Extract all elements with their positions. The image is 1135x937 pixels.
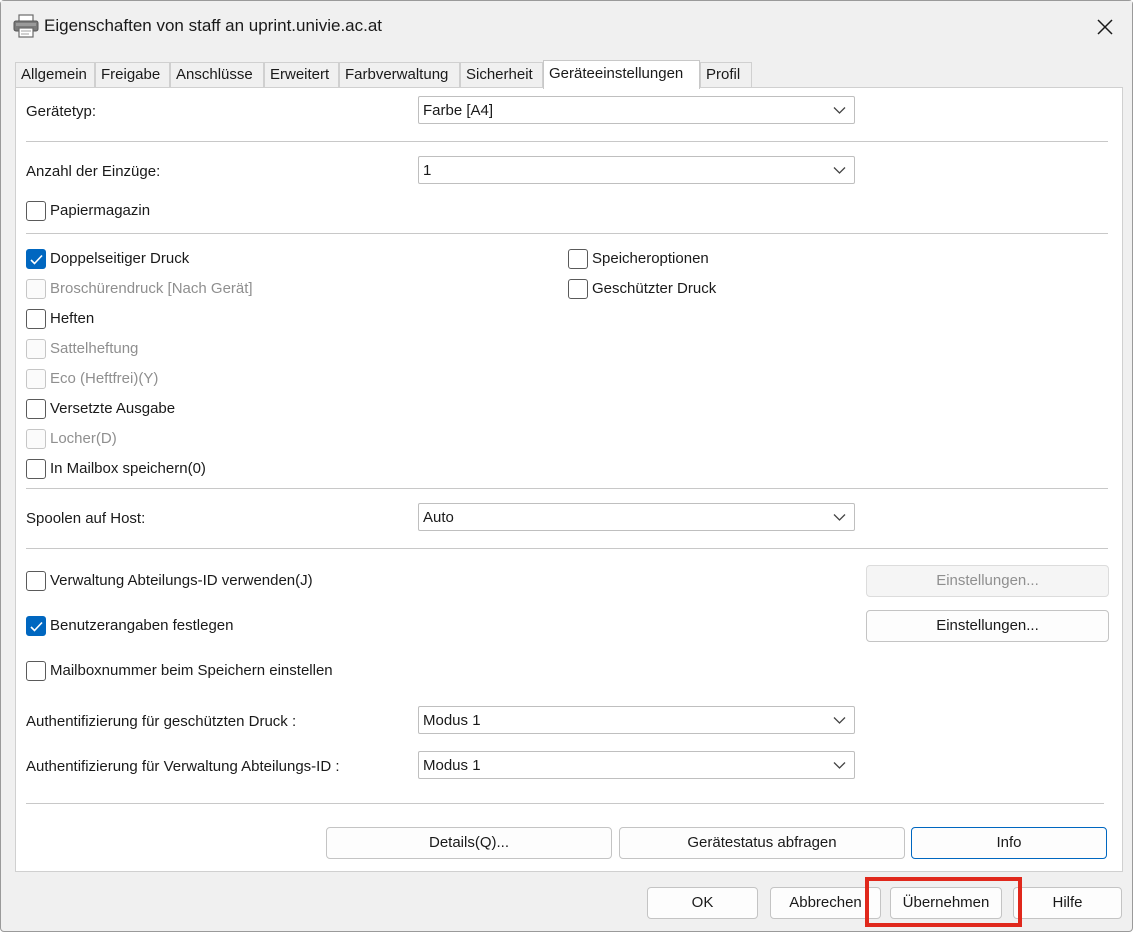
duplex-print-checkbox[interactable]: Doppelseitiger Druck (26, 248, 266, 270)
separator (26, 141, 1108, 142)
device-settings-panel: Gerätetyp: Farbe [A4] Anzahl der Einzüge… (15, 87, 1123, 872)
checkbox-box (568, 279, 588, 299)
spool-on-host-select[interactable]: Auto (418, 503, 855, 531)
user-info-checkbox[interactable]: Benutzerangaben festlegen (26, 615, 286, 637)
punch-label: Locher(D) (50, 430, 117, 447)
checkbox-box (26, 201, 46, 221)
saddle-stitch-label: Sattelheftung (50, 340, 139, 357)
tab-freigabe[interactable]: Freigabe (95, 62, 170, 88)
storage-options-checkbox[interactable]: Speicheroptionen (568, 248, 768, 270)
duplex-print-label: Doppelseitiger Druck (50, 250, 190, 267)
staple-label: Heften (50, 310, 95, 327)
tab-anschluesse[interactable]: Anschlüsse (170, 62, 264, 88)
department-id-settings-button[interactable]: Einstellungen... (866, 565, 1109, 597)
device-type-select[interactable]: Farbe [A4] (418, 96, 855, 124)
checkbox-box (26, 616, 46, 636)
tab-allgemein[interactable]: Allgemein (15, 62, 95, 88)
separator (26, 233, 1108, 234)
offset-output-checkbox[interactable]: Versetzte Ausgabe (26, 398, 246, 420)
checkbox-box (26, 661, 46, 681)
secure-print-label: Geschützter Druck (592, 280, 717, 297)
query-device-status-button[interactable]: Gerätestatus abfragen (619, 827, 905, 859)
checkbox-box (26, 309, 46, 329)
separator (26, 803, 1104, 804)
ok-button[interactable]: OK (647, 887, 758, 919)
tab-farbverwaltung[interactable]: Farbverwaltung (339, 62, 460, 88)
eco-staple-free-checkbox[interactable]: Eco (Heftfrei)(Y) (26, 368, 226, 390)
spool-on-host-value: Auto (423, 509, 454, 526)
printer-properties-dialog: Eigenschaften von staff an uprint.univie… (0, 0, 1133, 932)
booklet-print-label: Broschürendruck [Nach Gerät] (50, 280, 253, 297)
window-title: Eigenschaften von staff an uprint.univie… (44, 16, 383, 35)
tab-geraeteeinstellungen[interactable]: Geräteeinstellungen (543, 60, 700, 89)
offset-output-label: Versetzte Ausgabe (50, 400, 176, 417)
device-type-value: Farbe [A4] (423, 102, 494, 119)
checkbox-box (26, 399, 46, 419)
feed-count-value: 1 (423, 162, 432, 179)
checkmark-icon (30, 254, 43, 265)
tab-sicherheit[interactable]: Sicherheit (460, 62, 543, 88)
help-button[interactable]: Hilfe (1013, 887, 1122, 919)
checkmark-icon (30, 621, 43, 632)
auth-secure-print-select[interactable]: Modus 1 (418, 706, 855, 734)
checkbox-box (26, 429, 46, 449)
department-id-checkbox[interactable]: Verwaltung Abteilungs-ID verwenden(J) (26, 570, 366, 592)
feed-count-label: Anzahl der Einzüge: (26, 163, 161, 180)
user-info-settings-button[interactable]: Einstellungen... (866, 610, 1109, 642)
chevron-down-icon (833, 514, 846, 521)
spool-on-host-label: Spoolen auf Host: (26, 510, 146, 527)
eco-staple-free-label: Eco (Heftfrei)(Y) (50, 370, 159, 387)
checkbox-box (568, 249, 588, 269)
tab-erweitert[interactable]: Erweitert (264, 62, 339, 88)
separator (26, 548, 1108, 549)
checkbox-box (26, 459, 46, 479)
feed-count-select[interactable]: 1 (418, 156, 855, 184)
separator (26, 488, 1108, 489)
mailbox-number-label: Mailboxnummer beim Speichern einstellen (50, 662, 333, 679)
checkbox-box (26, 571, 46, 591)
booklet-print-checkbox[interactable]: Broschürendruck [Nach Gerät] (26, 278, 306, 300)
printer-icon (13, 14, 39, 38)
store-in-mailbox-label: In Mailbox speichern(0) (50, 460, 206, 477)
info-button[interactable]: Info (911, 827, 1107, 859)
close-icon (1097, 19, 1113, 35)
auth-secure-print-value: Modus 1 (423, 712, 481, 729)
paper-magazine-label: Papiermagazin (50, 202, 151, 219)
chevron-down-icon (833, 762, 846, 769)
title-bar: Eigenschaften von staff an uprint.univie… (1, 1, 1132, 53)
mailbox-number-checkbox[interactable]: Mailboxnummer beim Speichern einstellen (26, 660, 386, 682)
device-type-label: Gerätetyp: (26, 103, 97, 120)
chevron-down-icon (833, 167, 846, 174)
apply-highlight-annotation (865, 877, 1022, 927)
checkbox-box (26, 339, 46, 359)
checkbox-box (26, 249, 46, 269)
auth-department-value: Modus 1 (423, 757, 481, 774)
checkbox-box (26, 279, 46, 299)
tab-profil[interactable]: Profil (700, 62, 752, 88)
store-in-mailbox-checkbox[interactable]: In Mailbox speichern(0) (26, 458, 266, 480)
department-id-label: Verwaltung Abteilungs-ID verwenden(J) (50, 572, 313, 589)
staple-checkbox[interactable]: Heften (26, 308, 186, 330)
paper-magazine-checkbox[interactable]: Papiermagazin (26, 200, 226, 222)
user-info-label: Benutzerangaben festlegen (50, 617, 234, 634)
punch-checkbox[interactable]: Locher(D) (26, 428, 186, 450)
storage-options-label: Speicheroptionen (592, 250, 709, 267)
auth-department-label: Authentifizierung für Verwaltung Abteilu… (26, 758, 340, 775)
auth-secure-print-label: Authentifizierung für geschützten Druck … (26, 713, 297, 730)
saddle-stitch-checkbox[interactable]: Sattelheftung (26, 338, 206, 360)
details-button[interactable]: Details(Q)... (326, 827, 612, 859)
checkbox-box (26, 369, 46, 389)
chevron-down-icon (833, 107, 846, 114)
auth-department-select[interactable]: Modus 1 (418, 751, 855, 779)
secure-print-checkbox[interactable]: Geschützter Druck (568, 278, 768, 300)
close-button[interactable] (1086, 9, 1124, 45)
chevron-down-icon (833, 717, 846, 724)
